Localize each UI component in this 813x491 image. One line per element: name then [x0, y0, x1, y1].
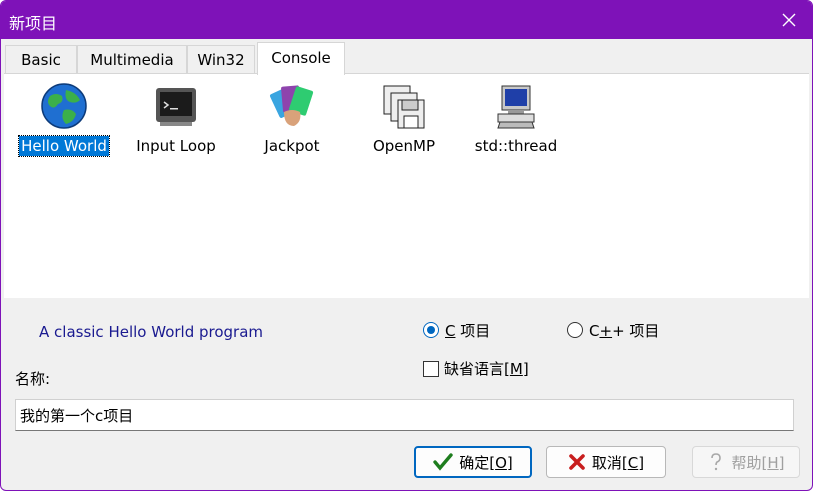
- radio-button: [567, 322, 583, 338]
- tab-multimedia[interactable]: Multimedia: [77, 45, 187, 74]
- template-description: A classic Hello World program: [39, 323, 264, 341]
- title-bar: 新项目: [1, 1, 812, 39]
- new-project-dialog: 新项目 Basic Multimedia Win32 Console Hello…: [0, 0, 813, 491]
- tab-console[interactable]: Console: [257, 42, 345, 75]
- template-label: std::thread: [474, 137, 558, 155]
- floppy-stack-icon: [380, 82, 428, 130]
- template-openmp[interactable]: OpenMP: [354, 82, 454, 156]
- template-label: OpenMP: [372, 137, 436, 155]
- cpp-project-radio[interactable]: C++ 项目: [567, 319, 659, 341]
- template-label: Jackpot: [264, 137, 320, 155]
- template-label: Hello World: [18, 135, 110, 157]
- ok-label: 确定[O]: [459, 453, 513, 472]
- globe-icon: [40, 82, 88, 130]
- tab-basic[interactable]: Basic: [5, 45, 77, 74]
- ok-button[interactable]: 确定[O]: [414, 446, 532, 478]
- help-label: 帮助[H]: [731, 453, 785, 472]
- project-name-input[interactable]: [15, 399, 794, 431]
- radio-label: C 项目: [445, 321, 491, 340]
- x-icon: [568, 453, 586, 471]
- template-jackpot[interactable]: Jackpot: [242, 82, 342, 156]
- computer-icon: [492, 82, 540, 130]
- checkmark-icon: [433, 453, 453, 471]
- tab-win32[interactable]: Win32: [187, 45, 255, 74]
- cancel-button[interactable]: 取消[C]: [546, 446, 666, 478]
- help-icon: [707, 452, 725, 472]
- cancel-label: 取消[C]: [591, 453, 645, 472]
- template-std-thread[interactable]: std::thread: [466, 82, 566, 156]
- help-button[interactable]: 帮助[H]: [692, 446, 800, 478]
- terminal-icon: [152, 82, 200, 130]
- name-label: 名称:: [15, 370, 51, 388]
- template-tabs: Basic Multimedia Win32 Console: [1, 42, 812, 75]
- window-title: 新项目: [9, 14, 58, 33]
- template-input-loop[interactable]: Input Loop: [126, 82, 226, 156]
- template-label: Input Loop: [136, 137, 216, 155]
- checkbox-label: 缺省语言[M]: [444, 360, 529, 378]
- radio-label: C++ 项目: [589, 321, 660, 340]
- close-icon[interactable]: [766, 1, 812, 39]
- template-list: Hello World Input Loop Jackpot OpenMP st…: [4, 73, 809, 298]
- template-hello-world[interactable]: Hello World: [14, 82, 114, 157]
- cards-icon: [268, 82, 316, 130]
- default-language-checkbox[interactable]: 缺省语言[M]: [423, 358, 529, 379]
- c-project-radio[interactable]: C 项目: [423, 319, 490, 341]
- checkbox-box: [423, 360, 439, 377]
- radio-button: [423, 322, 439, 338]
